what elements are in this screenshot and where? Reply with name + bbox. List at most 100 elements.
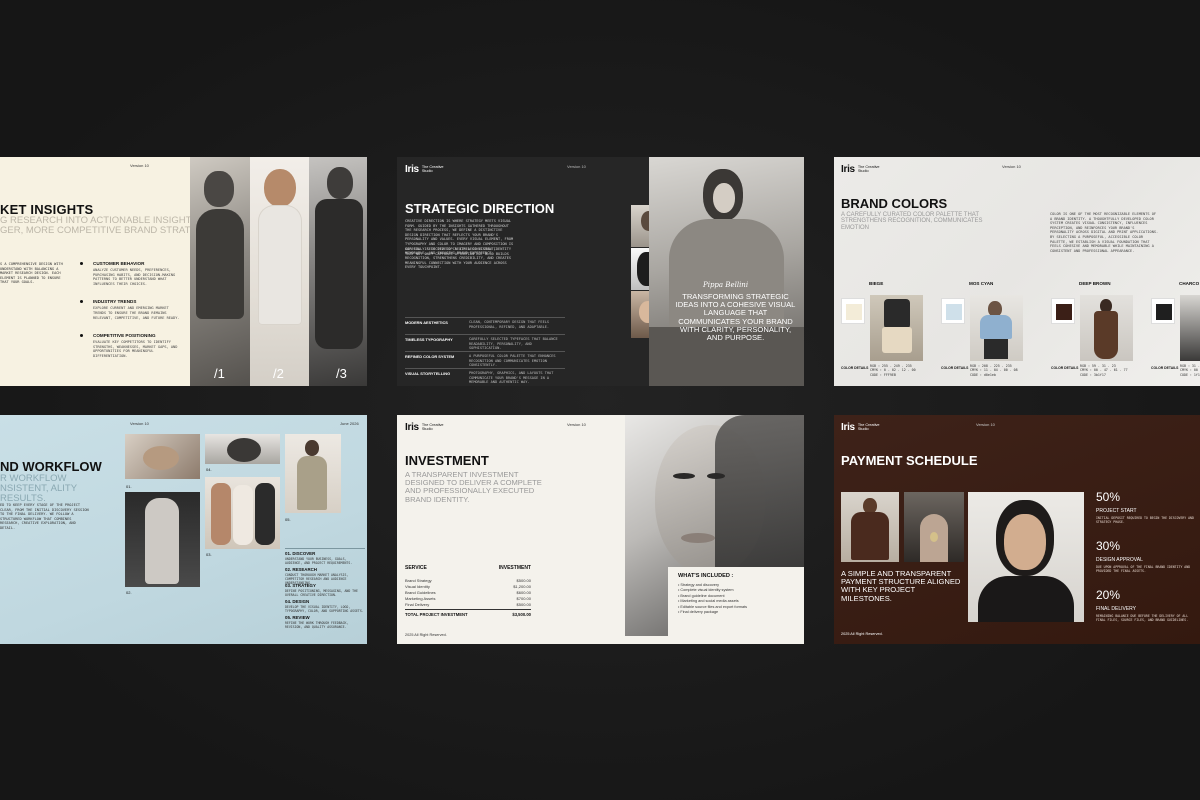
color-details-label: COLOR DETAILS xyxy=(841,366,869,370)
attribute-value: CLEAN, CONTEMPORARY DESIGN THAT FEELS PR… xyxy=(469,320,550,329)
photo-woman-coat-brown xyxy=(841,492,899,562)
service-name: Final Delivery xyxy=(405,602,430,607)
service-price: $600.00 xyxy=(516,590,531,595)
step-item: 05. REVIEW REFINE THE WORK THROUGH FEEDB… xyxy=(285,615,365,629)
color-details-label: COLOR DETAILS xyxy=(1151,366,1179,370)
intro-text: ED TO KEEP EVERY STAGE OF THE PROJECT CL… xyxy=(0,503,89,530)
service-price: $500.00 xyxy=(516,578,531,583)
version-label: Version 10 xyxy=(1002,164,1021,169)
step-item: 03. STRATEGY DEFINE POSITIONING, MESSAGI… xyxy=(285,583,365,597)
photo-number: 02. xyxy=(126,590,132,595)
code-value: CODE : 1f1f1f xyxy=(1180,372,1200,377)
page-title: STRATEGIC DIRECTION xyxy=(405,201,555,216)
date-label: June 2026 xyxy=(340,421,359,426)
color-name: CHARCO xyxy=(1179,281,1200,286)
slide-brand-colors[interactable]: Iris The Creative Studio Version 10 BRAN… xyxy=(834,157,1200,386)
step-text: UNDERSTAND YOUR BUSINESS, GOALS, AUDIENC… xyxy=(285,557,353,565)
photo-group-women xyxy=(205,477,280,549)
version-label: Version 10 xyxy=(976,422,995,427)
brand-mark: Iris xyxy=(841,422,855,433)
color-swatch-frame xyxy=(1051,298,1075,324)
step-heading: 03. STRATEGY xyxy=(285,583,316,588)
slide-market-insights[interactable]: Version 10 KET INSIGHTS G RESEARCH INTO … xyxy=(0,157,367,386)
subtitle: A CAREFULLY CURATED COLOR PALETTE THAT S… xyxy=(841,212,983,231)
table-row: Brand Guidelines $600.00 xyxy=(405,590,531,595)
total-value: $3,500.00 xyxy=(512,612,531,617)
attribute-key: TIMELESS TYPOGRAPHY xyxy=(405,337,453,342)
brand-logo: Iris The Creative Studio xyxy=(841,164,884,175)
step-text: REFINE THE WORK THROUGH FEEDBACK, REVISI… xyxy=(285,621,349,629)
slide-strategic-direction[interactable]: Iris The Creative Studio Version 10 June… xyxy=(397,157,804,386)
service-name: Brand Strategy xyxy=(405,578,432,583)
attribute-value: A PURPOSEFUL COLOR PALETTE THAT ENHANCES… xyxy=(469,354,556,368)
step-heading: 02. RESEARCH xyxy=(285,567,317,572)
photo-number: /2 xyxy=(273,366,284,381)
included-item: Editable source files and export formats xyxy=(680,604,748,609)
photo-closeup-face xyxy=(205,434,280,464)
photo-number: /3 xyxy=(336,366,347,381)
color-name: DEEP BROWN xyxy=(1079,281,1111,286)
intro-paragraph: COLOR IS ONE OF THE MOST RECOGNIZABLE EL… xyxy=(1050,212,1159,253)
intro-paragraph-2: OUR GOAL IS TO DEVELOP A TIMELESS VISUAL… xyxy=(405,247,512,270)
cmyk-value: CMYK : 11 . 04 . 00 . 08 xyxy=(970,368,1018,373)
quote-text: TRANSFORMING STRATEGIC IDEAS INTO A COHE… xyxy=(675,292,796,343)
color-values: RGB : 59 . 31 . 23 CMYK : 00 . 47 . 61 .… xyxy=(1080,364,1128,377)
attribute-value: CAREFULLY SELECTED TYPEFACES THAT BALANC… xyxy=(469,337,558,351)
brand-subtitle: The Creative Studio xyxy=(421,423,444,432)
color-name: BIEGE xyxy=(869,281,884,286)
photo-number: 04. xyxy=(206,467,212,472)
color-swatch-frame xyxy=(1151,298,1175,324)
step-text: DEVELOP THE VISUAL IDENTITY, LOGO, TYPOG… xyxy=(285,605,364,613)
step-item: 01. DISCOVER UNDERSTAND YOUR BUSINESS, G… xyxy=(285,551,365,565)
photo-woman-necklace xyxy=(904,492,964,562)
included-item: Strategy and discovery xyxy=(680,583,720,587)
step-heading: 05. REVIEW xyxy=(285,615,310,620)
photo-woman-portrait-earring xyxy=(968,492,1084,622)
photo-woman-coat xyxy=(309,157,367,386)
page-title: ND WORKFLOW xyxy=(0,459,102,474)
brand-mark: Iris xyxy=(405,164,419,175)
color-swatch xyxy=(946,304,962,320)
subtitle: R WORKFLOW NSISTENT, ALITY RESULTS. xyxy=(0,473,77,504)
payment-heading: PROJECT START xyxy=(1096,508,1137,514)
insight-item: INDUSTRY TRENDS EXPLORE CURRENT AND EMER… xyxy=(80,299,182,320)
cmyk-value: CMYK : 0 . 02 . 12 . 00 xyxy=(870,368,916,373)
payment-step: 50% PROJECT START INITIAL DEPOSIT REQUIR… xyxy=(1096,490,1196,524)
table-row: Final Delivery $500.00 xyxy=(405,602,531,607)
payment-percent: 20% xyxy=(1096,588,1121,602)
page-title: INVESTMENT xyxy=(405,453,489,468)
signature: Pippa Bellini xyxy=(703,281,749,289)
brand-logo: Iris The Creative Studio xyxy=(405,422,448,433)
color-details-label: COLOR DETAILS xyxy=(941,366,969,370)
included-list: • Strategy and discovery • Complete visu… xyxy=(678,583,794,615)
service-name: Brand Guidelines xyxy=(405,590,436,595)
brand-mark: Iris xyxy=(405,422,419,433)
table-row: Visual Identity $1,200.00 xyxy=(405,584,531,589)
color-photo xyxy=(1180,295,1200,361)
photo-number: 05. xyxy=(285,517,291,522)
photo-pottery-hands xyxy=(125,434,200,479)
color-details-label: COLOR DETAILS xyxy=(1051,366,1079,370)
insight-heading: COMPETITIVE POSITIONING xyxy=(93,333,156,339)
payment-heading: DESIGN APPROVAL xyxy=(1096,557,1143,563)
version-label: Version 10 xyxy=(567,422,586,427)
slide-investment[interactable]: Iris The Creative Studio Version 10 June… xyxy=(397,415,804,644)
color-photo xyxy=(970,295,1023,361)
attribute-value: PHOTOGRAPHY, GRAPHICS, AND LAYOUTS THAT … xyxy=(469,371,554,385)
page-title: BRAND COLORS xyxy=(841,196,948,211)
attribute-key: REFINED COLOR SYSTEM xyxy=(405,354,455,359)
step-heading: 01. DISCOVER xyxy=(285,551,316,556)
slide-payment-schedule[interactable]: Iris The Creative Studio Version 10 PAYM… xyxy=(834,415,1200,644)
included-box: WHAT'S INCLUDED : • Strategy and discove… xyxy=(668,567,804,644)
payment-percent: 50% xyxy=(1096,490,1121,504)
brand-subtitle: The Creative Studio xyxy=(857,165,880,174)
subtitle: A TRANSPARENT INVESTMENT DESIGNED TO DEL… xyxy=(405,470,542,504)
color-column-deep-brown: DEEP BROWN COLOR DETAILS RGB : 59 . 31 .… xyxy=(1051,281,1136,381)
included-item: Marketing and social media assets xyxy=(680,599,739,604)
payment-step: 20% FINAL DELIVERY REMAINING BALANCE DUE… xyxy=(1096,588,1196,622)
brand-logo: Iris The Creative Studio xyxy=(841,422,884,433)
brand-mark: Iris xyxy=(841,164,855,175)
version-label: Version 10 xyxy=(130,421,149,426)
brand-subtitle: The Creative Studio xyxy=(857,423,880,432)
slide-brand-workflow[interactable]: Version 10 June 2026 ND WORKFLOW R WORKF… xyxy=(0,415,367,644)
